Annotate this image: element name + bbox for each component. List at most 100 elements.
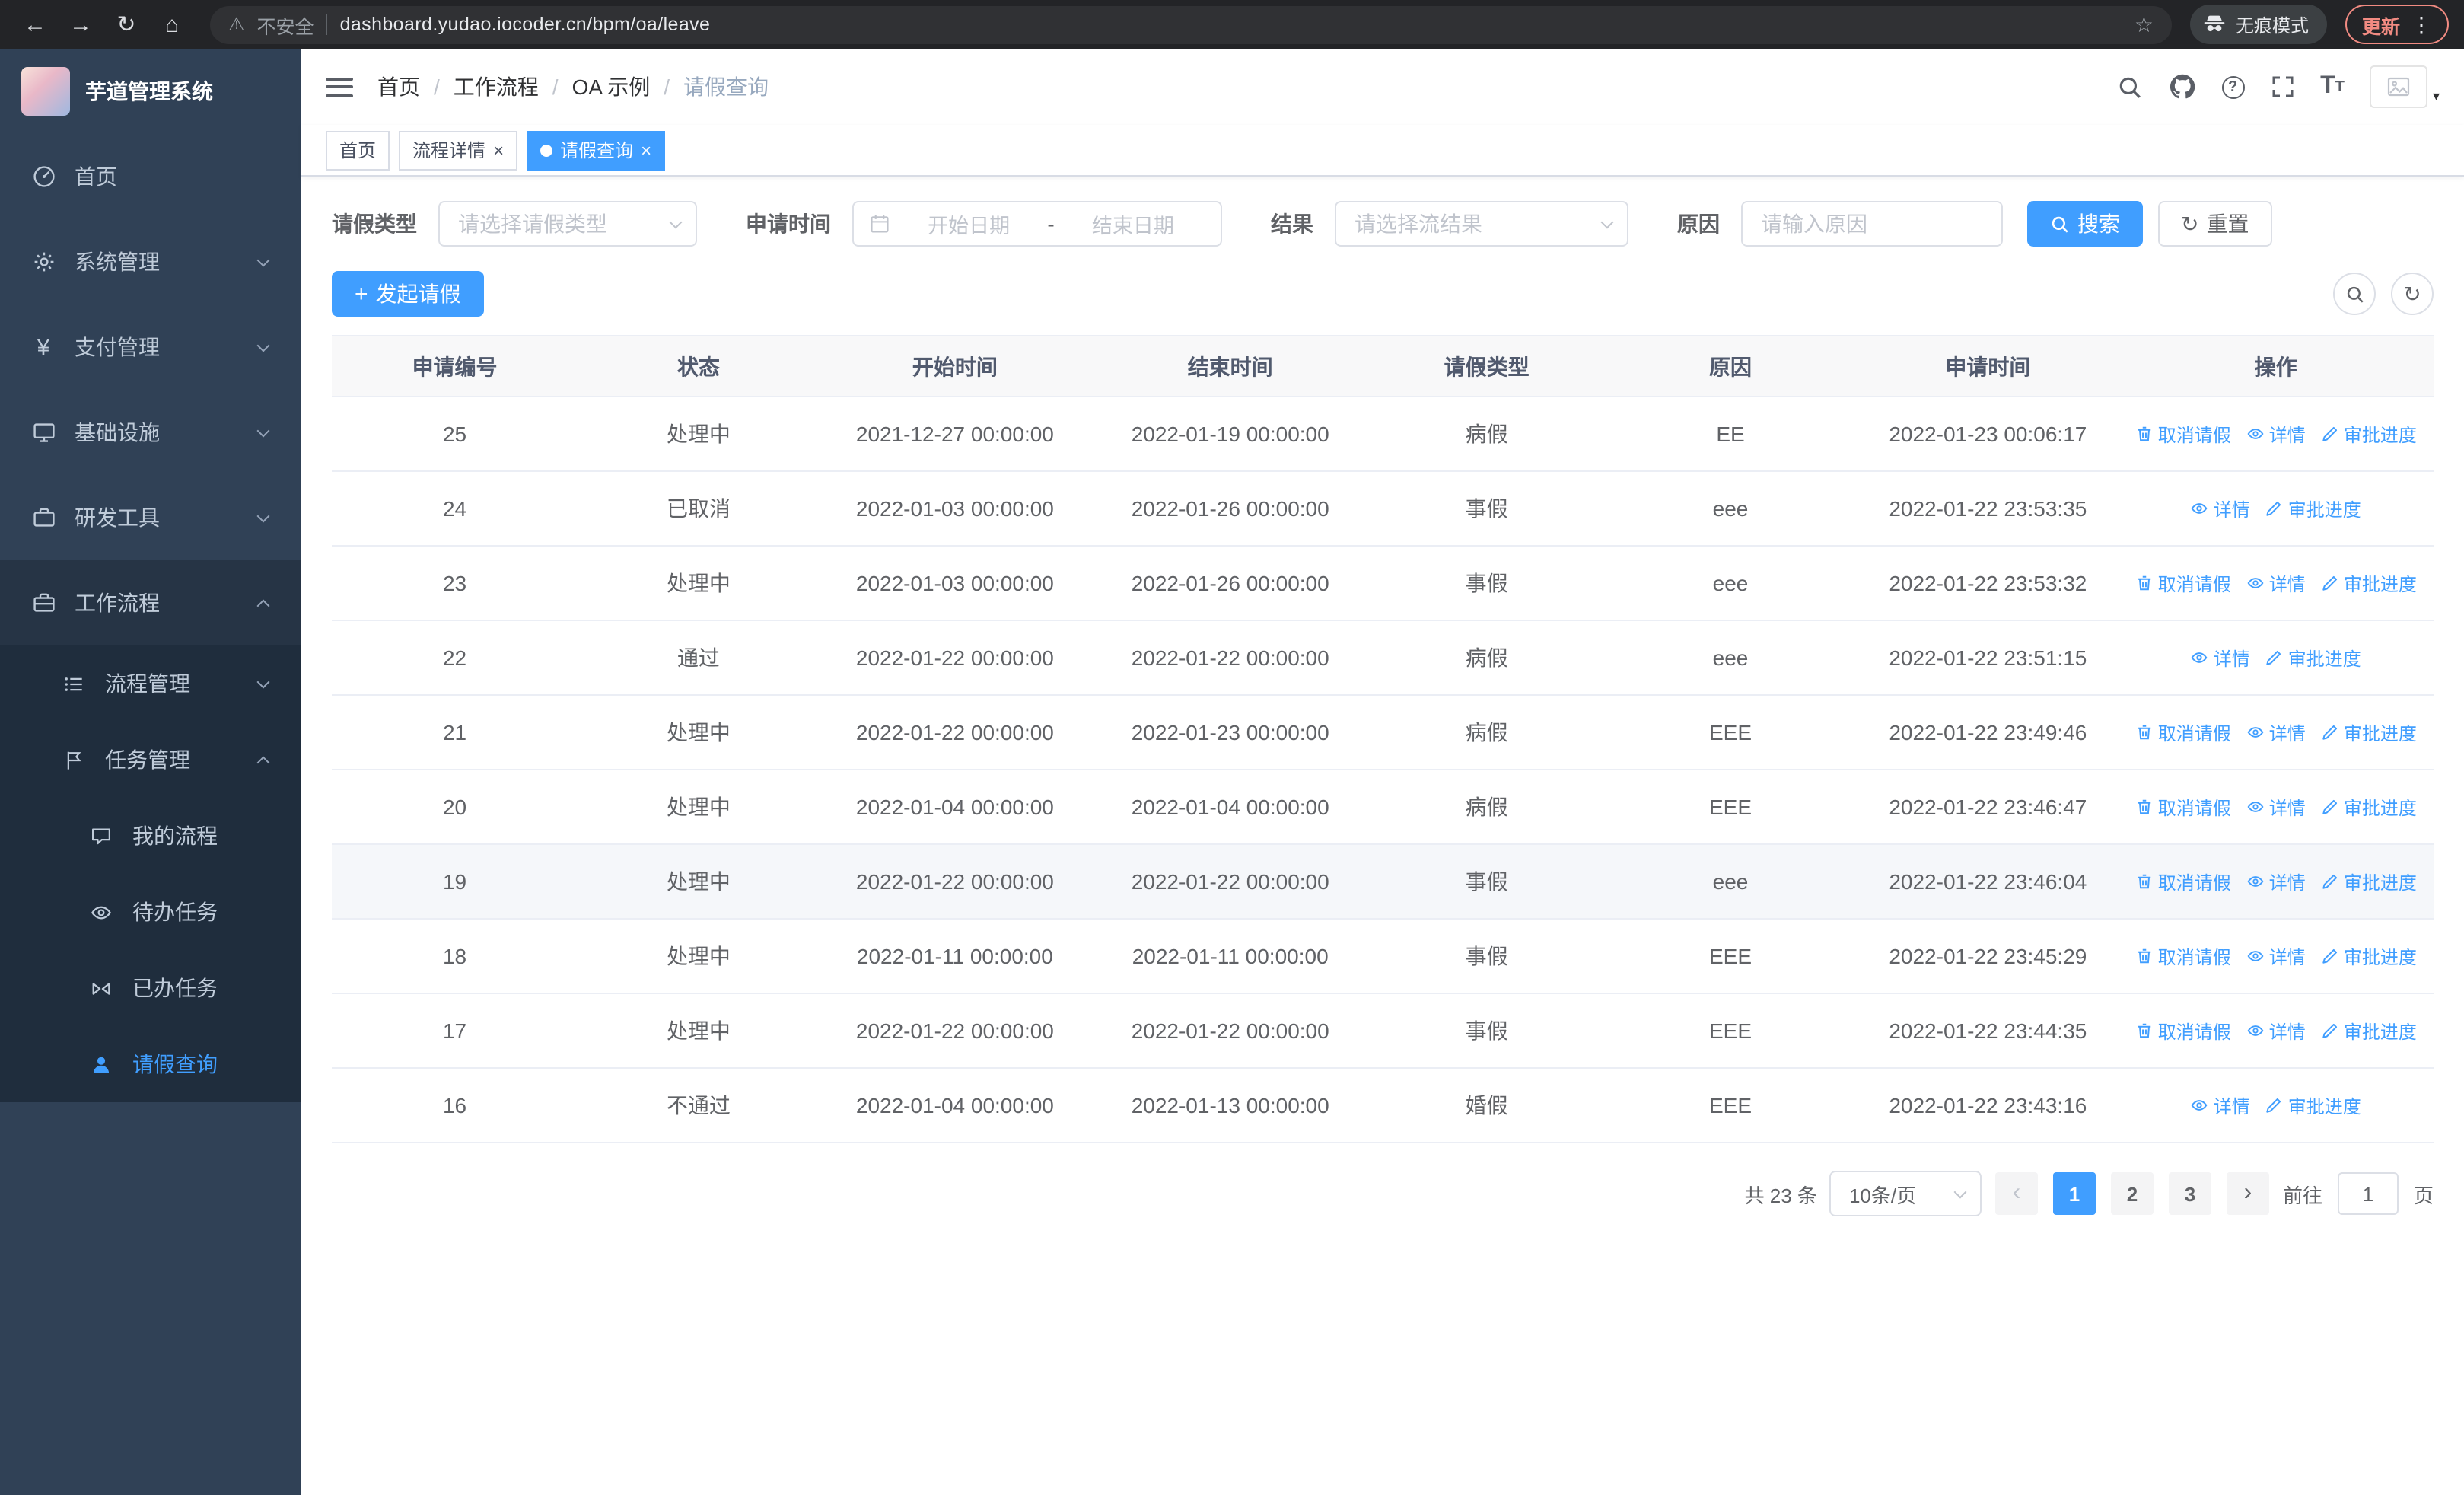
forward-icon[interactable]: → — [61, 5, 100, 44]
browser-menu-icon[interactable]: ⋮ — [2411, 11, 2432, 37]
cell-end-time: 2022-01-22 00:00:00 — [1090, 620, 1370, 696]
create-leave-button[interactable]: + 发起请假 — [332, 271, 484, 317]
back-icon[interactable]: ← — [15, 5, 55, 44]
page-button-3[interactable]: 3 — [2168, 1172, 2211, 1215]
cancel-action-link[interactable]: 取消请假 — [2135, 943, 2231, 969]
cancel-action-link[interactable]: 取消请假 — [2135, 869, 2231, 894]
table-row[interactable]: 23 处理中 2022-01-03 00:00:00 2022-01-26 00… — [332, 546, 2434, 621]
start-date-input[interactable]: 开始日期 — [896, 209, 1041, 239]
page-button-1[interactable]: 1 — [2052, 1172, 2096, 1215]
date-range-picker[interactable]: 开始日期 - 结束日期 — [852, 201, 1222, 247]
table-row[interactable]: 24 已取消 2022-01-03 00:00:00 2022-01-26 00… — [332, 471, 2434, 547]
progress-action-link[interactable]: 审批进度 — [2265, 496, 2361, 521]
progress-action-link[interactable]: 审批进度 — [2321, 869, 2417, 894]
table-row[interactable]: 20 处理中 2022-01-04 00:00:00 2022-01-04 00… — [332, 770, 2434, 845]
tab-home[interactable]: 首页 — [326, 130, 390, 170]
reload-icon[interactable]: ↻ — [107, 5, 146, 44]
cancel-action-link[interactable]: 取消请假 — [2135, 794, 2231, 820]
goto-page-input[interactable] — [2337, 1172, 2399, 1215]
next-page-button[interactable]: › — [2226, 1172, 2269, 1215]
table-row[interactable]: 16 不通过 2022-01-04 00:00:00 2022-01-13 00… — [332, 1068, 2434, 1143]
progress-action-link[interactable]: 审批进度 — [2321, 421, 2417, 447]
refresh-table-button[interactable]: ↻ — [2391, 273, 2434, 315]
home-icon[interactable]: ⌂ — [152, 5, 192, 44]
table-row[interactable]: 18 处理中 2022-01-11 00:00:00 2022-01-11 00… — [332, 919, 2434, 994]
url-text[interactable]: dashboard.yudao.iocoder.cn/bpm/oa/leave — [340, 14, 2122, 35]
app-root: ← → ↻ ⌂ ⚠ 不安全 dashboard.yudao.iocoder.cn… — [0, 0, 2464, 1495]
progress-action-link[interactable]: 审批进度 — [2321, 1018, 2417, 1044]
end-date-input[interactable]: 结束日期 — [1061, 209, 1205, 239]
comment-icon — [88, 823, 114, 849]
toggle-search-button[interactable] — [2333, 273, 2376, 315]
close-tab-icon[interactable]: × — [641, 141, 651, 159]
cancel-action-link[interactable]: 取消请假 — [2135, 719, 2231, 745]
breadcrumb-item-workflow[interactable]: 工作流程 — [454, 72, 539, 102]
tab-leave-query[interactable]: 请假查询 × — [527, 130, 666, 170]
progress-action-link[interactable]: 审批进度 — [2265, 1092, 2361, 1118]
fullscreen-icon[interactable] — [2270, 70, 2294, 104]
sidebar-item-workflow[interactable]: 工作流程 — [0, 560, 301, 645]
table-row[interactable]: 21 处理中 2022-01-22 00:00:00 2022-01-23 00… — [332, 695, 2434, 770]
yen-icon: ¥ — [37, 334, 50, 360]
update-button[interactable]: 更新 ⋮ — [2345, 5, 2449, 44]
sidebar-item-dev-tools[interactable]: 研发工具 — [0, 475, 301, 560]
sidebar-item-home[interactable]: 首页 — [0, 134, 301, 219]
page-size-select[interactable]: 10条/页 — [1829, 1171, 1982, 1216]
search-button[interactable]: 搜索 — [2027, 201, 2143, 247]
prev-page-button[interactable]: ‹ — [1994, 1172, 2038, 1215]
progress-action-link[interactable]: 审批进度 — [2265, 645, 2361, 671]
close-tab-icon[interactable]: × — [493, 141, 504, 159]
detail-action-link[interactable]: 详情 — [2246, 794, 2306, 820]
sidebar-item-payment[interactable]: ¥ 支付管理 — [0, 304, 301, 390]
bookmark-star-icon[interactable]: ☆ — [2135, 11, 2154, 37]
hamburger-icon[interactable] — [326, 77, 353, 97]
table-row[interactable]: 25 处理中 2021-12-27 00:00:00 2022-01-19 00… — [332, 397, 2434, 472]
sidebar-item-system[interactable]: 系统管理 — [0, 219, 301, 304]
breadcrumb-item-home[interactable]: 首页 — [377, 72, 420, 102]
detail-action-link[interactable]: 详情 — [2191, 1092, 2250, 1118]
result-select[interactable]: 请选择流结果 — [1335, 201, 1628, 247]
plus-icon: + — [355, 281, 368, 307]
security-label[interactable]: 不安全 — [257, 10, 314, 39]
cancel-action-link[interactable]: 取消请假 — [2135, 1018, 2231, 1044]
sidebar-item-infrastructure[interactable]: 基础设施 — [0, 390, 301, 475]
sidebar-item-process-management[interactable]: 流程管理 — [0, 645, 301, 722]
address-bar[interactable]: ⚠ 不安全 dashboard.yudao.iocoder.cn/bpm/oa/… — [210, 5, 2172, 43]
cancel-action-link[interactable]: 取消请假 — [2135, 570, 2231, 596]
tab-process-detail[interactable]: 流程详情 × — [399, 130, 518, 170]
detail-action-link[interactable]: 详情 — [2246, 421, 2306, 447]
reset-button[interactable]: ↻ 重置 — [2158, 201, 2272, 247]
table-row[interactable]: 17 处理中 2022-01-22 00:00:00 2022-01-22 00… — [332, 993, 2434, 1069]
page-button-2[interactable]: 2 — [2110, 1172, 2154, 1215]
app-logo[interactable]: 芋道管理系统 — [0, 49, 301, 134]
tags-bar: 首页 流程详情 × 请假查询 × — [301, 125, 2464, 177]
search-icon[interactable] — [2116, 70, 2142, 104]
progress-action-link[interactable]: 审批进度 — [2321, 794, 2417, 820]
cell-apply-time: 2022-01-22 23:53:35 — [1858, 471, 2119, 547]
breadcrumb-item-oa-example[interactable]: OA 示例 — [572, 72, 651, 102]
user-avatar[interactable]: ▾ — [2370, 65, 2440, 108]
detail-action-link[interactable]: 详情 — [2246, 719, 2306, 745]
progress-action-link[interactable]: 审批进度 — [2321, 719, 2417, 745]
sidebar-item-leave-query[interactable]: 请假查询 — [0, 1026, 301, 1102]
help-icon[interactable]: ? — [2221, 70, 2245, 104]
detail-action-link[interactable]: 详情 — [2191, 496, 2250, 521]
font-size-icon[interactable]: TT — [2320, 70, 2345, 104]
detail-action-link[interactable]: 详情 — [2246, 570, 2306, 596]
leave-type-select[interactable]: 请选择请假类型 — [438, 201, 697, 247]
sidebar-item-todo-tasks[interactable]: 待办任务 — [0, 874, 301, 950]
sidebar-item-task-management[interactable]: 任务管理 — [0, 722, 301, 798]
progress-action-link[interactable]: 审批进度 — [2321, 570, 2417, 596]
sidebar-item-done-tasks[interactable]: 已办任务 — [0, 950, 301, 1026]
github-icon[interactable] — [2168, 70, 2195, 104]
detail-action-link[interactable]: 详情 — [2191, 645, 2250, 671]
progress-action-link[interactable]: 审批进度 — [2321, 943, 2417, 969]
cancel-action-link[interactable]: 取消请假 — [2135, 421, 2231, 447]
table-row[interactable]: 22 通过 2022-01-22 00:00:00 2022-01-22 00:… — [332, 620, 2434, 696]
detail-action-link[interactable]: 详情 — [2246, 943, 2306, 969]
reason-input[interactable] — [1741, 201, 2003, 247]
table-row[interactable]: 19 处理中 2022-01-22 00:00:00 2022-01-22 00… — [332, 844, 2434, 920]
detail-action-link[interactable]: 详情 — [2246, 869, 2306, 894]
detail-action-link[interactable]: 详情 — [2246, 1018, 2306, 1044]
sidebar-item-my-process[interactable]: 我的流程 — [0, 798, 301, 874]
